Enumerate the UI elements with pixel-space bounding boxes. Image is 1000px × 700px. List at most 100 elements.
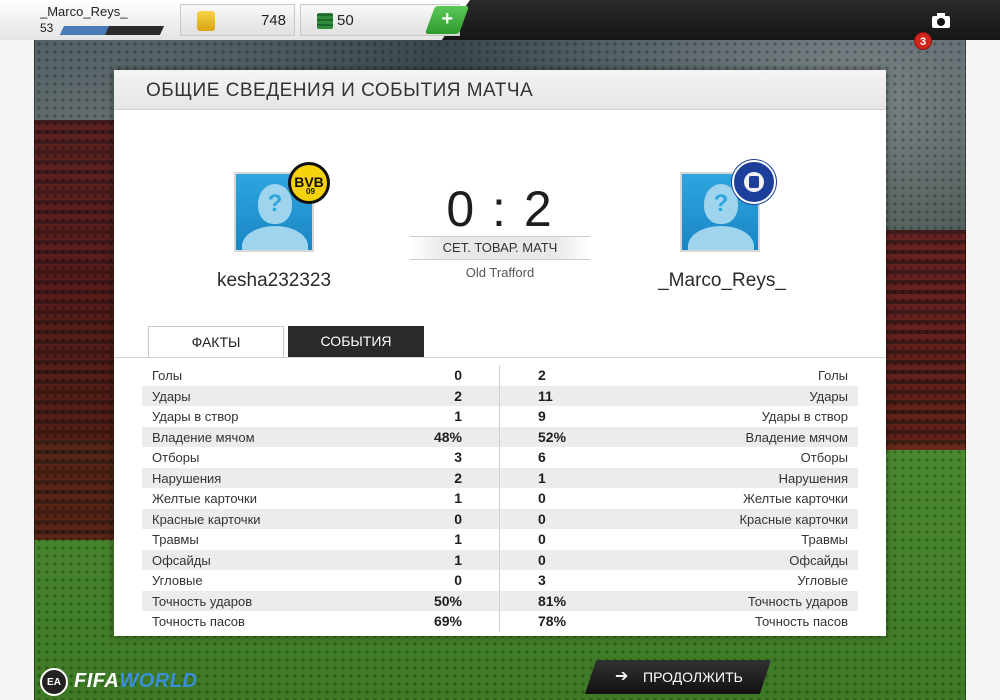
stat-value-home: 1 [454, 408, 462, 424]
notification-badge[interactable]: 3 [914, 32, 932, 50]
stat-value-away: 0 [538, 531, 546, 547]
stat-label-home: Красные карточки [152, 511, 261, 527]
match-score: 0 : 2 [446, 181, 554, 237]
stat-row: Нарушения 2 1 Нарушения [142, 467, 858, 488]
avatar-body [688, 226, 754, 250]
stat-label-away: Точность пасов [755, 614, 848, 629]
stat-value-away: 52% [538, 428, 567, 445]
logo-world: WORLD [119, 670, 198, 692]
home-club-badge: BVB 09 [288, 162, 330, 204]
stat-value-home: 1 [454, 551, 462, 568]
side-frame-right [966, 40, 1000, 700]
continue-button[interactable]: ➔ ПРОДОЛЖИТЬ [585, 660, 771, 694]
away-team-name: _Marco_Reys_ [658, 270, 786, 291]
stat-label-away: Голы [817, 368, 848, 383]
fifa-world-wordmark: FIFAWORLD [74, 670, 197, 693]
stat-value-home: 1 [454, 531, 462, 547]
avatar-placeholder-icon: ? [258, 184, 292, 224]
stat-row: Угловые 0 3 Угловые [142, 570, 858, 591]
coins-icon [197, 11, 215, 31]
stat-divider [499, 426, 500, 447]
away-club-badge [732, 160, 776, 204]
tab-facts[interactable]: ФАКТЫ [148, 326, 284, 358]
stat-label-away: Угловые [797, 573, 848, 588]
stat-divider [499, 611, 500, 632]
stat-label-away: Красные карточки [739, 511, 848, 527]
stat-label-home: Голы [152, 368, 183, 383]
stat-row: Точность ударов 50% 81% Точность ударов [142, 590, 858, 611]
top-bar: _Marco_Reys_ 53 748 50 + [0, 0, 1000, 40]
match-summary-panel: ОБЩИЕ СВЕДЕНИЯ И СОБЫТИЯ МАТЧА ? BVB 09 … [114, 70, 886, 636]
panel-title: ОБЩИЕ СВЕДЕНИЯ И СОБЫТИЯ МАТЧА [146, 80, 534, 101]
coins-display: 748 [180, 4, 295, 36]
stat-divider [499, 447, 500, 468]
stat-row: Отборы 3 6 Отборы [142, 447, 858, 468]
stat-value-away: 6 [538, 449, 546, 465]
fifa-world-logo: EA FIFAWORLD [40, 666, 210, 696]
stat-divider [499, 549, 500, 570]
stat-divider [499, 365, 500, 386]
stat-label-away: Удары в створ [761, 409, 848, 424]
stat-label-home: Точность ударов [152, 593, 253, 609]
stat-row: Удары 2 11 Удары [142, 385, 858, 406]
stat-row: Удары в створ 1 9 Удары в створ [142, 406, 858, 427]
stat-label-home: Отборы [152, 450, 200, 465]
stat-row: Голы 0 2 Голы [142, 365, 858, 386]
stat-value-home: 3 [454, 449, 462, 465]
stat-value-away: 9 [538, 408, 546, 424]
stat-label-home: Нарушения [152, 470, 222, 486]
panel-header: ОБЩИЕ СВЕДЕНИЯ И СОБЫТИЯ МАТЧА [114, 70, 886, 110]
stat-label-away: Нарушения [778, 470, 848, 486]
ea-sports-logo: EA [40, 668, 68, 696]
plus-icon: + [441, 8, 454, 30]
match-stats-table: Голы 0 2 Голы Удары 2 11 Удары Удары в створ 1 9 Уд… [142, 365, 858, 632]
points-icon [317, 13, 333, 29]
stat-label-home: Владение мячом [152, 429, 255, 445]
stat-row: Желтые карточки 1 0 Желтые карточки [142, 488, 858, 509]
coins-value: 748 [260, 12, 286, 29]
stat-label-home: Офсайды [152, 552, 211, 568]
stat-divider [499, 488, 500, 509]
stat-label-home: Точность пасов [152, 614, 245, 629]
stat-label-away: Удары [809, 388, 848, 404]
stat-label-away: Отборы [800, 450, 848, 465]
home-badge-sub: 09 [306, 187, 315, 196]
stat-divider [499, 590, 500, 611]
continue-label: ПРОДОЛЖИТЬ [643, 669, 743, 685]
user-profile[interactable]: _Marco_Reys_ 53 [40, 4, 170, 36]
stat-row: Владение мячом 48% 52% Владение мячом [142, 426, 858, 447]
stat-label-away: Желтые карточки [743, 491, 848, 506]
stat-divider [499, 529, 500, 550]
stat-value-home: 50% [433, 592, 462, 609]
stat-value-away: 0 [538, 510, 546, 527]
stat-label-home: Удары [152, 388, 191, 404]
xp-progress-fill [59, 26, 110, 35]
stat-label-home: Травмы [152, 532, 199, 547]
stat-label-away: Владение мячом [745, 429, 848, 445]
stat-value-away: 3 [538, 572, 546, 588]
tabs-underline [114, 357, 886, 358]
stat-row: Травмы 1 0 Травмы [142, 529, 858, 550]
xp-progress-bar [59, 26, 165, 35]
side-frame-left [0, 40, 34, 700]
stat-label-away: Точность ударов [747, 593, 848, 609]
stat-value-away: 81% [538, 592, 567, 609]
stat-value-home: 0 [454, 367, 462, 383]
stat-value-home: 1 [454, 490, 462, 506]
stat-value-home: 2 [454, 469, 462, 486]
match-venue: Old Trafford [465, 265, 535, 280]
points-value: 50 [337, 12, 354, 29]
stat-value-away: 0 [538, 490, 546, 506]
stat-divider [499, 385, 500, 406]
camera-icon[interactable] [932, 13, 950, 28]
stat-value-away: 11 [538, 387, 553, 404]
stat-label-home: Желтые карточки [152, 491, 257, 506]
tab-events[interactable]: СОБЫТИЯ [288, 326, 424, 358]
match-type: СЕТ. ТОВАР. МАТЧ [442, 240, 558, 255]
stat-label-away: Травмы [801, 532, 848, 547]
stat-row: Офсайды 1 0 Офсайды [142, 549, 858, 570]
stat-value-away: 1 [538, 469, 546, 486]
home-team-name: kesha232323 [216, 270, 332, 291]
stat-value-home: 69% [433, 613, 462, 629]
stat-row: Точность пасов 69% 78% Точность пасов [142, 611, 858, 632]
